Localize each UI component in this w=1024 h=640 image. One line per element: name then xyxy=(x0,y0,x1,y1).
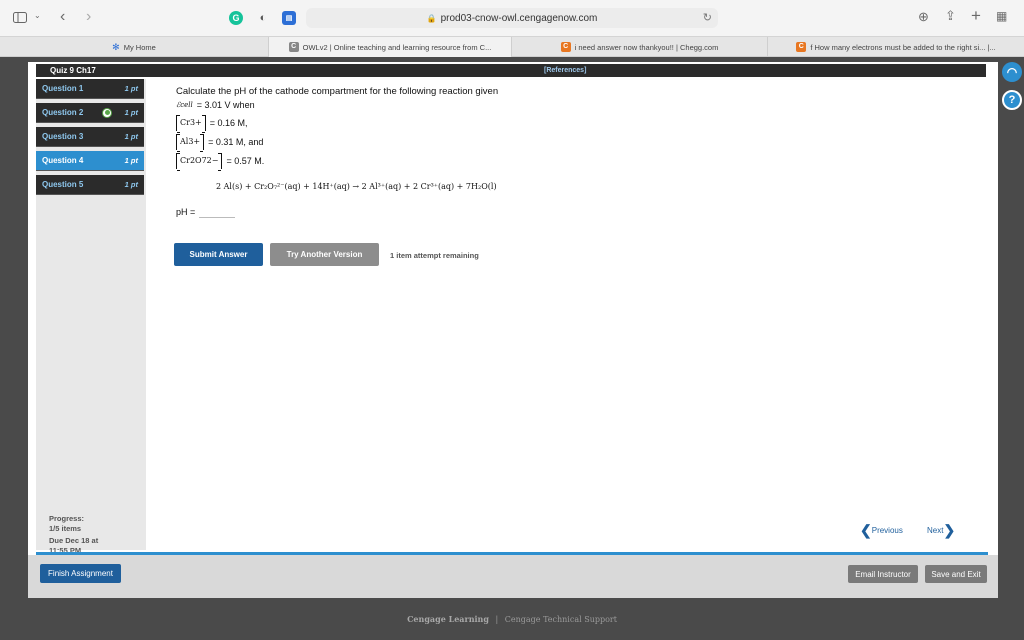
reload-icon[interactable]: ↻ xyxy=(703,11,712,24)
ecell-label: ℰcell xyxy=(176,101,193,109)
tab-owlv2[interactable]: C OWLv2 | Online teaching and learning r… xyxy=(268,37,511,57)
footer-separator: | xyxy=(495,615,499,624)
download-icon[interactable]: ⊕ xyxy=(918,9,929,25)
ph-label: pH = xyxy=(176,207,196,217)
sidebar-toggle-icon[interactable] xyxy=(12,10,28,24)
assignment-footer: Finish Assignment Email Instructor Save … xyxy=(28,555,998,598)
back-icon[interactable]: ‹ xyxy=(60,8,65,26)
question-prompt: Calculate the pH of the cathode compartm… xyxy=(176,86,499,97)
tab-label: My Home xyxy=(123,42,156,52)
page-footer: Cengage Learning | Cengage Technical Sup… xyxy=(0,614,1024,624)
forward-icon[interactable]: › xyxy=(86,8,91,26)
conc-line-cr2o7: Cr2O72− = 0.57 M. xyxy=(176,153,265,171)
extension-icon[interactable]: ▤ xyxy=(282,11,296,25)
tab-my-home[interactable]: ✻ My Home xyxy=(0,37,268,57)
sidebar-item-question-5[interactable]: Question 5 1 pt xyxy=(36,175,144,195)
conc-al3: = 0.31 M, and xyxy=(208,137,264,147)
shield-icon[interactable]: ◐ xyxy=(256,11,270,25)
tech-support-link[interactable]: Cengage Technical Support xyxy=(505,615,617,624)
question-content: Calculate the pH of the cathode compartm… xyxy=(176,86,976,218)
save-and-exit-button[interactable]: Save and Exit xyxy=(925,565,987,583)
question-label: Question 3 xyxy=(42,132,84,141)
question-label: Question 1 xyxy=(42,84,84,93)
species-al3: Al3+ xyxy=(176,134,205,152)
browser-toolbar: ⌄ ‹ › G ◐ ▤ 🔒 prod03-cnow-owl.cengagenow… xyxy=(0,0,1024,36)
ecell-value: = 3.01 V when xyxy=(196,100,255,110)
address-bar[interactable]: 🔒 prod03-cnow-owl.cengagenow.com ↻ xyxy=(306,8,718,28)
progress-value: 1/5 items xyxy=(49,524,82,533)
previous-button[interactable]: ❮ Previous xyxy=(860,522,903,538)
conc-line-al: Al3+ = 0.31 M, and xyxy=(176,134,264,152)
species-cr3: Cr3+ xyxy=(176,115,206,133)
sidebar-item-question-4[interactable]: Question 4 1 pt xyxy=(36,151,144,171)
progress-label: Progress: xyxy=(49,514,85,523)
submit-answer-button[interactable]: Submit Answer xyxy=(174,243,263,266)
tab-bar: ✻ My Home C OWLv2 | Online teaching and … xyxy=(0,36,1024,57)
headset-icon[interactable]: ◠ xyxy=(1002,62,1022,82)
url-text: prod03-cnow-owl.cengagenow.com xyxy=(440,12,598,24)
quiz-title: Quiz 9 Ch17 xyxy=(50,66,96,75)
ph-answer-row: pH = xyxy=(176,206,236,218)
grammarly-icon[interactable]: G xyxy=(229,11,243,25)
share-icon[interactable]: ⇪ xyxy=(945,8,956,24)
tab-chegg-2[interactable]: C f How many electrons must be added to … xyxy=(767,37,1024,57)
new-tab-icon[interactable]: + xyxy=(971,6,981,26)
conc-cr3: = 0.16 M, xyxy=(209,118,248,128)
question-label: Question 4 xyxy=(42,156,84,165)
question-points: 1 pt xyxy=(124,132,138,141)
tab-chegg-1[interactable]: C i need answer now thankyou!! | Chegg.c… xyxy=(511,37,767,57)
question-points: 1 pt xyxy=(124,180,138,189)
brand-text: Cengage Learning xyxy=(407,614,489,624)
question-points: 1 pt xyxy=(124,156,138,165)
next-button[interactable]: Next ❯ xyxy=(927,522,956,538)
sparkle-icon: ✻ xyxy=(112,41,120,52)
tab-label: f How many electrons must be added to th… xyxy=(810,42,996,52)
progress-info: Progress: 1/5 items Due Dec 18 at 11:55 … xyxy=(49,514,98,556)
ph-input[interactable] xyxy=(199,206,236,218)
tab-overview-icon[interactable]: ▦ xyxy=(996,9,1007,23)
question-sidebar: Question 1 1 pt Question 2 1 pt Question… xyxy=(36,79,146,555)
sidebar-item-question-2[interactable]: Question 2 1 pt xyxy=(36,103,144,123)
chevron-left-icon: ❮ xyxy=(860,522,872,538)
chevron-down-icon[interactable]: ⌄ xyxy=(34,11,41,20)
ecell-line: ℰcell = 3.01 V when xyxy=(176,100,255,110)
quiz-header: Quiz 9 Ch17 [References] xyxy=(36,64,986,77)
species-cr2o7: Cr2O72− xyxy=(176,153,223,171)
cengage-icon: C xyxy=(288,42,299,52)
attempts-remaining: 1 item attempt remaining xyxy=(390,251,479,260)
chevron-right-icon: ❯ xyxy=(943,522,956,538)
check-icon xyxy=(102,107,112,118)
references-link[interactable]: [References] xyxy=(544,67,586,74)
reaction-equation: 2 Al(s) + Cr₂O₇²⁻(aq) + 14H⁺(aq) → 2 Al³… xyxy=(216,182,497,191)
help-icon[interactable]: ? xyxy=(1002,90,1022,110)
question-label: Question 2 xyxy=(42,108,84,117)
sidebar-item-question-3[interactable]: Question 3 1 pt xyxy=(36,127,144,147)
chegg-icon: C xyxy=(560,42,571,52)
next-label: Next xyxy=(927,525,944,535)
tab-label: i need answer now thankyou!! | Chegg.com xyxy=(574,42,719,52)
due-date: Due Dec 18 at xyxy=(49,536,99,545)
tab-label: OWLv2 | Online teaching and learning res… xyxy=(302,42,492,52)
lock-icon: 🔒 xyxy=(426,13,437,23)
question-points: 1 pt xyxy=(124,84,138,93)
assignment-frame: Quiz 9 Ch17 [References] Question 1 1 pt… xyxy=(28,62,998,598)
sidebar-item-question-1[interactable]: Question 1 1 pt xyxy=(36,79,144,99)
try-another-version-button[interactable]: Try Another Version xyxy=(270,243,379,266)
chegg-icon: C xyxy=(796,42,807,52)
finish-assignment-button[interactable]: Finish Assignment xyxy=(40,564,121,583)
previous-label: Previous xyxy=(871,525,903,535)
question-label: Question 5 xyxy=(42,180,84,189)
question-points: 1 pt xyxy=(124,108,138,117)
email-instructor-button[interactable]: Email Instructor xyxy=(848,565,918,583)
conc-line-cr: Cr3+ = 0.16 M, xyxy=(176,115,248,133)
conc-cr2o7: = 0.57 M. xyxy=(226,156,265,166)
